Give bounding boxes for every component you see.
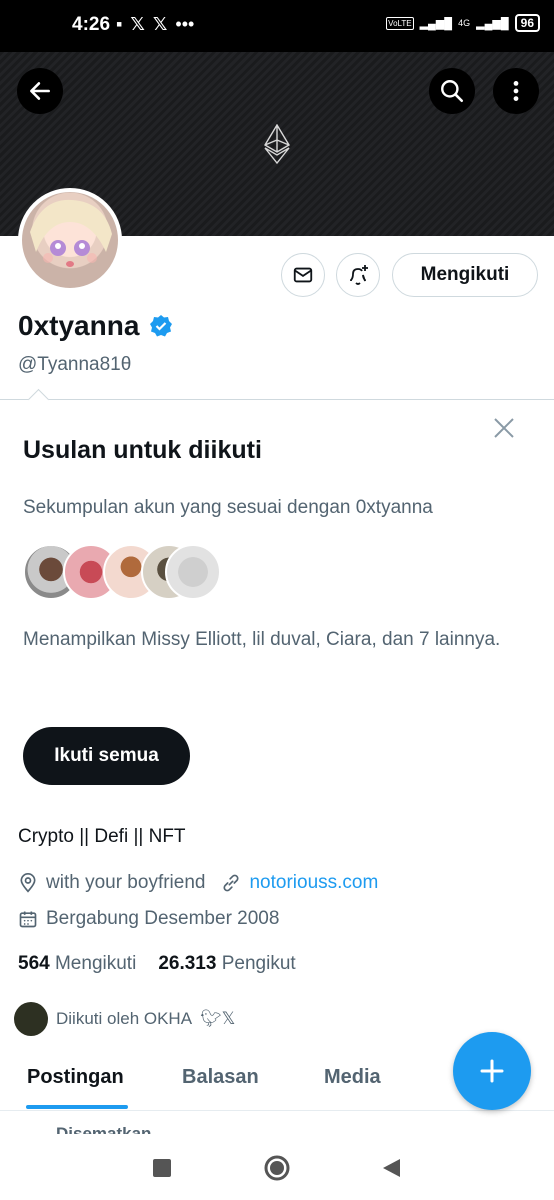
following-stat[interactable]: 564 Mengikuti (18, 953, 136, 975)
bird-logo-icon: 🐦︎𝕏 (200, 1009, 236, 1028)
profile-bio: Crypto || Defi || NFT (18, 826, 186, 847)
circle-icon (264, 1155, 290, 1181)
signal-icon: ▂▄▆█ (419, 17, 453, 30)
triangle-back-icon (383, 1159, 400, 1177)
compose-button[interactable] (453, 1032, 531, 1110)
profile-location: with your boyfriend (46, 872, 206, 893)
location-icon (20, 873, 36, 893)
suggested-avatars[interactable] (23, 544, 223, 600)
profile-website-link[interactable]: notoriouss.com (249, 872, 378, 894)
suggested-avatar (165, 544, 221, 600)
suggestions-subtitle: Sekumpulan akun yang sesuai dengan 0xtya… (23, 497, 433, 518)
battery-level: 96 (514, 14, 540, 32)
search-button[interactable] (429, 68, 475, 114)
followers-stat[interactable]: 26.313 Pengikut (158, 953, 295, 975)
ethereum-logo-icon (264, 124, 290, 164)
signal-icon: ▂▄▆█ (476, 17, 509, 30)
message-icon: ▪ (116, 14, 123, 34)
notification-icons: ▪ 𝕏 𝕏 ••• (116, 14, 194, 35)
more-dots-icon: ••• (175, 14, 195, 34)
back-arrow-icon (30, 82, 50, 100)
plus-icon (480, 1059, 504, 1083)
avatar-image (30, 199, 112, 267)
link-icon (223, 874, 239, 892)
home-button[interactable] (263, 1154, 291, 1182)
status-time: 4:26 (72, 14, 111, 35)
profile-name: 0xtyanna (18, 310, 140, 341)
more-vertical-icon (513, 81, 519, 101)
profile-joined-row: Bergabung Desember 2008 (18, 908, 279, 930)
profile-avatar[interactable] (18, 188, 122, 292)
active-tab-indicator (26, 1105, 128, 1109)
verified-badge-icon (150, 315, 173, 337)
followed-by-row[interactable]: Diikuti oleh OKHA 🐦︎𝕏 (14, 1002, 235, 1036)
calendar-icon (19, 911, 37, 928)
suggestions-title: Usulan untuk diikuti (23, 436, 262, 464)
profile-joined: Bergabung Desember 2008 (46, 908, 280, 929)
network-type: 4G (458, 18, 471, 28)
square-icon (153, 1159, 171, 1177)
suggestions-description: Menampilkan Missy Elliott, lil duval, Ci… (23, 629, 501, 650)
system-nav-bar (0, 1134, 554, 1200)
tab-replies[interactable]: Balasan (182, 1066, 259, 1089)
search-icon (441, 80, 464, 103)
message-button[interactable] (281, 253, 325, 297)
profile-meta-row: with your boyfriend notoriouss.com (18, 872, 378, 894)
status-bar: 4:26 ▪ 𝕏 𝕏 ••• VoLTE ▂▄▆█ 4G ▂▄▆█ 96 (0, 0, 554, 52)
tab-media[interactable]: Media (324, 1066, 381, 1089)
profile-stats: 564 Mengikuti 26.313 Pengikut (18, 953, 296, 975)
follow-all-button[interactable]: Ikuti semua (23, 727, 190, 785)
mail-icon (293, 267, 313, 283)
pinned-label: Disematkan (56, 1124, 152, 1134)
profile-name-row: 0xtyanna (18, 310, 173, 342)
volte-icon: VoLTE (386, 16, 414, 30)
x-logo-icon: 𝕏 (130, 14, 145, 34)
more-options-button[interactable] (493, 68, 539, 114)
back-nav-button[interactable] (377, 1154, 405, 1182)
status-right: VoLTE ▂▄▆█ 4G ▂▄▆█ 96 (386, 14, 540, 32)
close-icon[interactable] (492, 416, 516, 440)
notifications-button[interactable] (336, 253, 380, 297)
follower-avatar (14, 1002, 48, 1036)
bell-plus-icon (350, 265, 368, 285)
tab-posts[interactable]: Postingan (27, 1066, 124, 1089)
following-button[interactable]: Mengikuti (392, 253, 538, 297)
back-button[interactable] (17, 68, 63, 114)
recents-button[interactable] (148, 1154, 176, 1182)
profile-handle: @Tyanna81θ (18, 354, 132, 375)
x-logo-icon: 𝕏 (152, 14, 168, 34)
followed-by-text: Diikuti oleh OKHA (56, 1009, 193, 1028)
